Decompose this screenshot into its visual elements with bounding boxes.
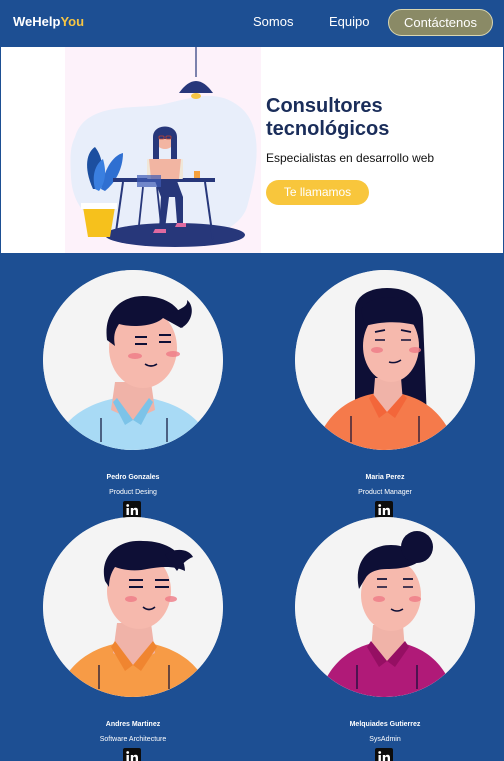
member-role: Product Desing bbox=[109, 489, 157, 496]
member-name: Melquiades Gutierrez bbox=[349, 721, 421, 728]
linkedin-icon[interactable] bbox=[375, 748, 393, 761]
member-name: Maria Perez bbox=[365, 474, 405, 481]
member-name: Pedro Gonzales bbox=[106, 474, 160, 481]
avatar bbox=[43, 270, 223, 450]
hero-subtitle: Especialistas en desarrollo web bbox=[266, 151, 435, 165]
hero-illustration bbox=[65, 47, 261, 253]
member-role: SysAdmin bbox=[369, 736, 401, 743]
contact-button[interactable]: Contáctenos bbox=[388, 9, 493, 36]
brand-logo[interactable]: WeHelpYou bbox=[13, 14, 84, 29]
member-role: Software Architecture bbox=[99, 736, 167, 743]
brand-main-text: WeHelp bbox=[13, 14, 61, 29]
hero-title: Consultores tecnológicos bbox=[266, 95, 390, 140]
linkedin-icon[interactable] bbox=[123, 748, 141, 761]
top-navbar: WeHelpYou Somos Equipo Contáctenos bbox=[0, 0, 504, 47]
call-me-button[interactable]: Te llamamos bbox=[266, 180, 369, 205]
member-role: Product Manager bbox=[358, 489, 412, 496]
brand-accent-text: You bbox=[60, 14, 85, 29]
nav-link-somos[interactable]: Somos bbox=[253, 14, 293, 29]
member-name: Andres Martinez bbox=[105, 721, 161, 728]
avatar bbox=[295, 270, 475, 450]
avatar bbox=[43, 517, 223, 697]
hero-section: Consultores tecnológicos Especialistas e… bbox=[0, 47, 504, 253]
team-section: Pedro Gonzales Product Desing Maria Pere… bbox=[0, 253, 504, 761]
avatar bbox=[295, 517, 475, 697]
nav-link-equipo[interactable]: Equipo bbox=[329, 14, 369, 29]
